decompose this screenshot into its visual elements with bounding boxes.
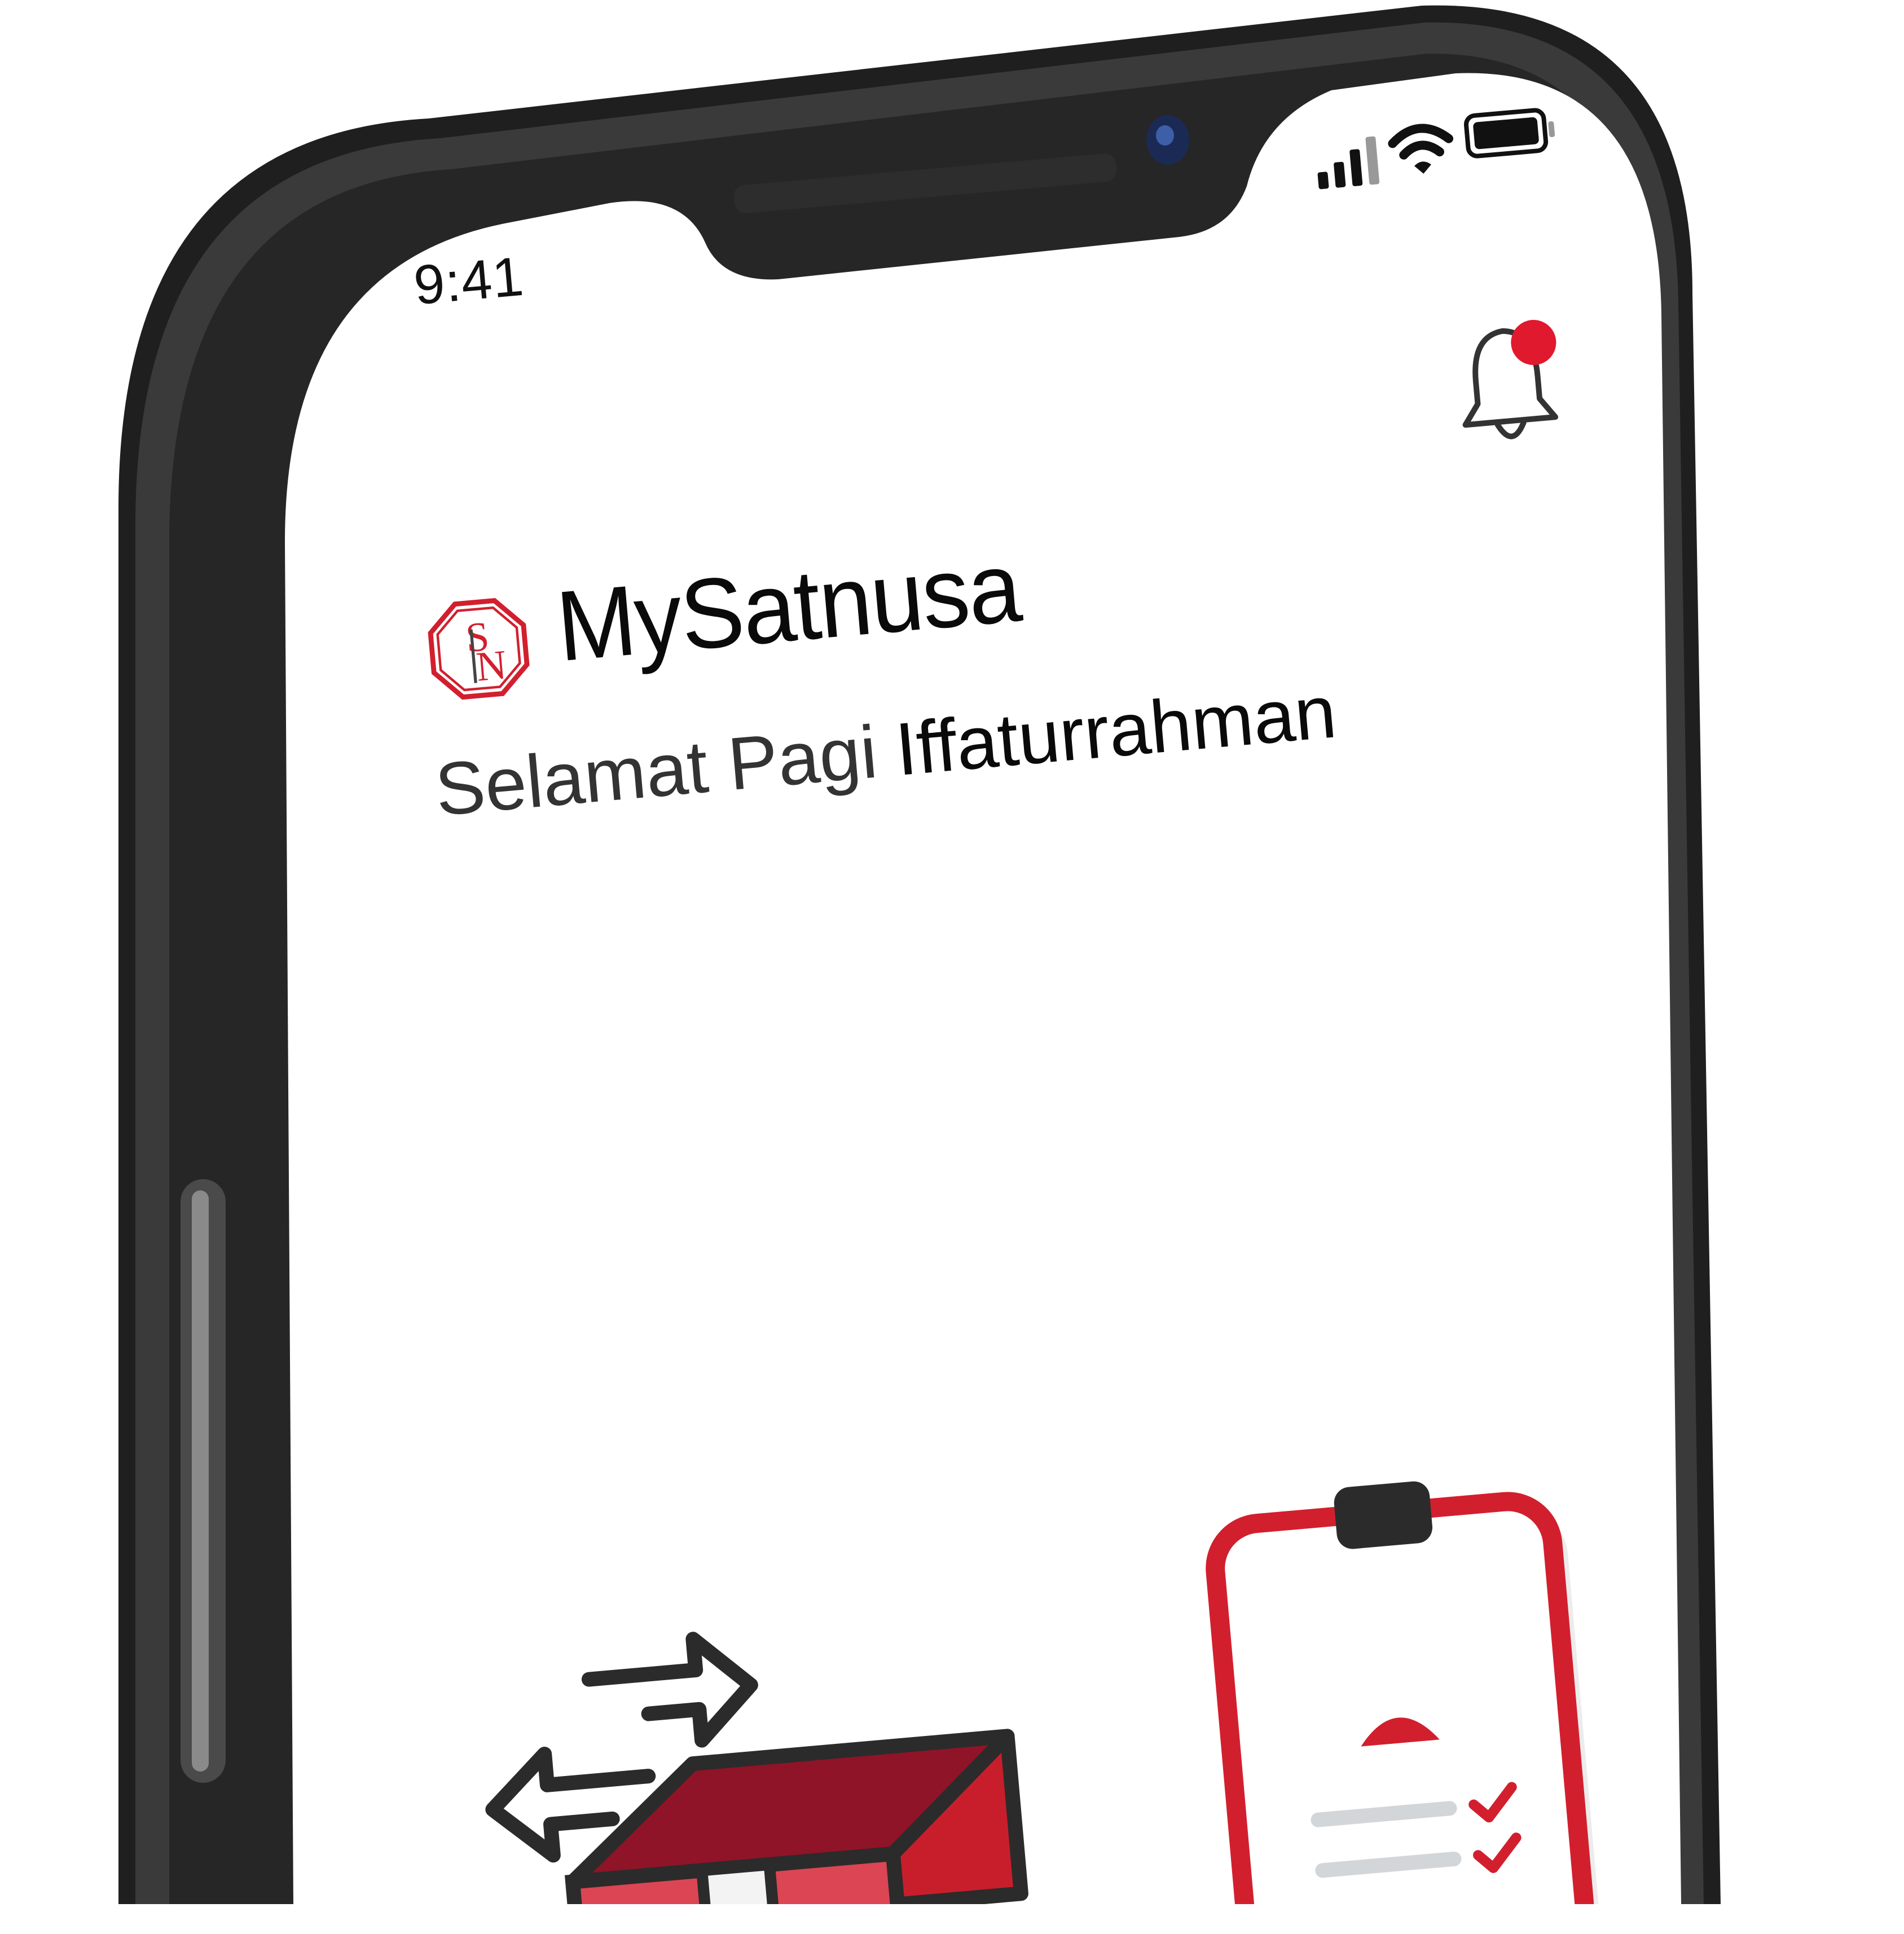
greeting-salutation: Selamat Pagi	[432, 710, 881, 832]
status-time: 9:41	[411, 244, 526, 317]
svg-text:N: N	[474, 641, 508, 689]
notification-badge	[1511, 320, 1556, 366]
greeting: Selamat Pagi Iffaturrahman	[432, 669, 1339, 832]
app-title: MySatnusa	[552, 530, 1024, 683]
greeting-user-name: Iffaturrahman	[892, 670, 1340, 792]
bell-icon	[1462, 320, 1559, 439]
app-screen: 9:41 S N MySatnusa Selamat Pagi Iffaturra…	[0, 0, 1904, 1934]
notification-button[interactable]	[1448, 313, 1566, 451]
satnusa-logo-icon: S N	[425, 595, 533, 703]
